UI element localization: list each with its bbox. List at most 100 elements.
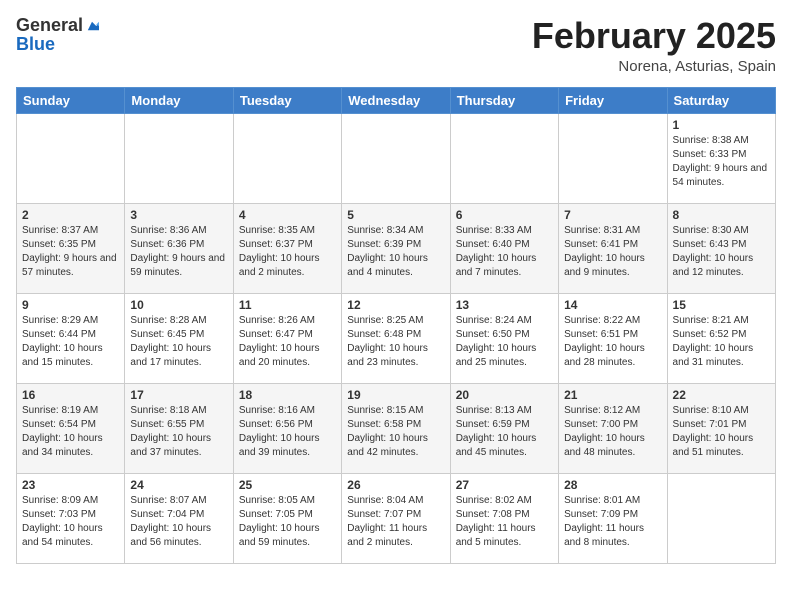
calendar-cell: 20Sunrise: 8:13 AM Sunset: 6:59 PM Dayli…	[450, 383, 558, 473]
calendar-cell: 13 Sunrise: 8:24 AM Sunset: 6:50 PM Dayli…	[450, 293, 558, 383]
day-number: 24	[130, 478, 227, 492]
day-info: Sunrise: 8:35 AM Sunset: 6:37 PM Dayligh…	[239, 224, 336, 280]
calendar-cell: 23 Sunrise: 8:09 AM Sunset: 7:03 PM Dayli…	[17, 473, 125, 563]
calendar-cell: 6 Sunrise: 8:33 AM Sunset: 6:40 PM Daylig…	[450, 203, 558, 293]
day-number: 7	[564, 208, 661, 222]
calendar-cell: 5 Sunrise: 8:34 AM Sunset: 6:39 PM Daylig…	[342, 203, 450, 293]
logo-blue-text: Blue	[16, 34, 55, 55]
logo-icon	[85, 18, 99, 32]
calendar-week-row: 16Sunrise: 8:19 AM Sunset: 6:54 PM Dayli…	[17, 383, 776, 473]
day-number: 8	[673, 208, 770, 222]
day-number: 21	[564, 388, 661, 402]
calendar-week-row: 1 Sunrise: 8:38 AM Sunset: 6:33 PM Daylig…	[17, 113, 776, 203]
logo-general-text: General	[16, 16, 83, 34]
day-number: 22	[673, 388, 770, 402]
day-info: Sunrise: 8:36 AM Sunset: 6:36 PM Dayligh…	[130, 224, 227, 280]
calendar-cell	[450, 113, 558, 203]
calendar-location: Norena, Asturias, Spain	[532, 58, 776, 75]
day-number: 15	[673, 298, 770, 312]
day-number: 11	[239, 298, 336, 312]
calendar-cell: 9 Sunrise: 8:29 AM Sunset: 6:44 PM Daylig…	[17, 293, 125, 383]
calendar-cell: 19 Sunrise: 8:15 AM Sunset: 6:58 PM Dayli…	[342, 383, 450, 473]
calendar-cell: 26 Sunrise: 8:04 AM Sunset: 7:07 PM Dayli…	[342, 473, 450, 563]
weekday-header-tuesday: Tuesday	[233, 87, 341, 113]
calendar-cell: 15 Sunrise: 8:21 AM Sunset: 6:52 PM Dayli…	[667, 293, 775, 383]
calendar-week-row: 9 Sunrise: 8:29 AM Sunset: 6:44 PM Daylig…	[17, 293, 776, 383]
calendar-cell: 1 Sunrise: 8:38 AM Sunset: 6:33 PM Daylig…	[667, 113, 775, 203]
day-number: 10	[130, 298, 227, 312]
day-info: Sunrise: 8:09 AM Sunset: 7:03 PM Dayligh…	[22, 494, 119, 550]
weekday-header-thursday: Thursday	[450, 87, 558, 113]
calendar-cell: 10 Sunrise: 8:28 AM Sunset: 6:45 PM Dayli…	[125, 293, 233, 383]
day-info: Sunrise: 8:22 AM Sunset: 6:51 PM Dayligh…	[564, 314, 661, 370]
calendar-week-row: 23 Sunrise: 8:09 AM Sunset: 7:03 PM Dayli…	[17, 473, 776, 563]
calendar-cell: 22 Sunrise: 8:10 AM Sunset: 7:01 PM Dayli…	[667, 383, 775, 473]
day-info: Sunrise: 8:30 AM Sunset: 6:43 PM Dayligh…	[673, 224, 770, 280]
day-number: 4	[239, 208, 336, 222]
day-number: 2	[22, 208, 119, 222]
day-info: Sunrise: 8:01 AM Sunset: 7:09 PM Dayligh…	[564, 494, 661, 550]
weekday-header-row: SundayMondayTuesdayWednesdayThursdayFrid…	[17, 87, 776, 113]
calendar-cell: 12 Sunrise: 8:25 AM Sunset: 6:48 PM Dayli…	[342, 293, 450, 383]
day-info: Sunrise: 8:29 AM Sunset: 6:44 PM Dayligh…	[22, 314, 119, 370]
calendar-cell	[125, 113, 233, 203]
day-info: Sunrise: 8:04 AM Sunset: 7:07 PM Dayligh…	[347, 494, 444, 550]
day-info: Sunrise: 8:26 AM Sunset: 6:47 PM Dayligh…	[239, 314, 336, 370]
day-number: 9	[22, 298, 119, 312]
day-number: 14	[564, 298, 661, 312]
day-info: Sunrise: 8:12 AM Sunset: 7:00 PM Dayligh…	[564, 404, 661, 460]
day-info: Sunrise: 8:02 AM Sunset: 7:08 PM Dayligh…	[456, 494, 553, 550]
calendar-cell	[559, 113, 667, 203]
day-info: Sunrise: 8:21 AM Sunset: 6:52 PM Dayligh…	[673, 314, 770, 370]
page-header: General Blue February 2025 Norena, Astur…	[16, 16, 776, 75]
calendar-cell	[342, 113, 450, 203]
day-number: 12	[347, 298, 444, 312]
calendar-cell: 2 Sunrise: 8:37 AM Sunset: 6:35 PM Daylig…	[17, 203, 125, 293]
calendar-cell	[667, 473, 775, 563]
day-number: 26	[347, 478, 444, 492]
day-info: Sunrise: 8:18 AM Sunset: 6:55 PM Dayligh…	[130, 404, 227, 460]
day-info: Sunrise: 8:07 AM Sunset: 7:04 PM Dayligh…	[130, 494, 227, 550]
day-info: Sunrise: 8:31 AM Sunset: 6:41 PM Dayligh…	[564, 224, 661, 280]
day-number: 27	[456, 478, 553, 492]
day-number: 23	[22, 478, 119, 492]
day-number: 28	[564, 478, 661, 492]
weekday-header-friday: Friday	[559, 87, 667, 113]
calendar-cell: 7 Sunrise: 8:31 AM Sunset: 6:41 PM Daylig…	[559, 203, 667, 293]
day-info: Sunrise: 8:16 AM Sunset: 6:56 PM Dayligh…	[239, 404, 336, 460]
day-info: Sunrise: 8:28 AM Sunset: 6:45 PM Dayligh…	[130, 314, 227, 370]
day-number: 13	[456, 298, 553, 312]
calendar-cell: 8 Sunrise: 8:30 AM Sunset: 6:43 PM Daylig…	[667, 203, 775, 293]
day-info: Sunrise: 8:15 AM Sunset: 6:58 PM Dayligh…	[347, 404, 444, 460]
calendar-title: February 2025	[532, 16, 776, 56]
day-info: Sunrise: 8:38 AM Sunset: 6:33 PM Dayligh…	[673, 134, 770, 190]
weekday-header-wednesday: Wednesday	[342, 87, 450, 113]
day-number: 5	[347, 208, 444, 222]
day-info: Sunrise: 8:33 AM Sunset: 6:40 PM Dayligh…	[456, 224, 553, 280]
calendar-week-row: 2 Sunrise: 8:37 AM Sunset: 6:35 PM Daylig…	[17, 203, 776, 293]
calendar-cell: 4 Sunrise: 8:35 AM Sunset: 6:37 PM Daylig…	[233, 203, 341, 293]
day-info: Sunrise: 8:13 AM Sunset: 6:59 PM Dayligh…	[456, 404, 553, 460]
weekday-header-monday: Monday	[125, 87, 233, 113]
day-info: Sunrise: 8:34 AM Sunset: 6:39 PM Dayligh…	[347, 224, 444, 280]
calendar-cell: 27 Sunrise: 8:02 AM Sunset: 7:08 PM Dayli…	[450, 473, 558, 563]
day-info: Sunrise: 8:24 AM Sunset: 6:50 PM Dayligh…	[456, 314, 553, 370]
calendar-cell: 16Sunrise: 8:19 AM Sunset: 6:54 PM Dayli…	[17, 383, 125, 473]
title-block: February 2025 Norena, Asturias, Spain	[532, 16, 776, 75]
calendar-cell: 25Sunrise: 8:05 AM Sunset: 7:05 PM Dayli…	[233, 473, 341, 563]
calendar-cell: 24 Sunrise: 8:07 AM Sunset: 7:04 PM Dayli…	[125, 473, 233, 563]
day-info: Sunrise: 8:10 AM Sunset: 7:01 PM Dayligh…	[673, 404, 770, 460]
calendar-cell: 14 Sunrise: 8:22 AM Sunset: 6:51 PM Dayli…	[559, 293, 667, 383]
day-number: 19	[347, 388, 444, 402]
day-number: 3	[130, 208, 227, 222]
day-info: Sunrise: 8:19 AM Sunset: 6:54 PM Dayligh…	[22, 404, 119, 460]
day-info: Sunrise: 8:37 AM Sunset: 6:35 PM Dayligh…	[22, 224, 119, 280]
day-number: 25	[239, 478, 336, 492]
day-info: Sunrise: 8:25 AM Sunset: 6:48 PM Dayligh…	[347, 314, 444, 370]
day-number: 1	[673, 118, 770, 132]
day-number: 6	[456, 208, 553, 222]
day-number: 18	[239, 388, 336, 402]
calendar-cell: 3 Sunrise: 8:36 AM Sunset: 6:36 PM Daylig…	[125, 203, 233, 293]
calendar-cell: 18 Sunrise: 8:16 AM Sunset: 6:56 PM Dayli…	[233, 383, 341, 473]
calendar-cell	[17, 113, 125, 203]
